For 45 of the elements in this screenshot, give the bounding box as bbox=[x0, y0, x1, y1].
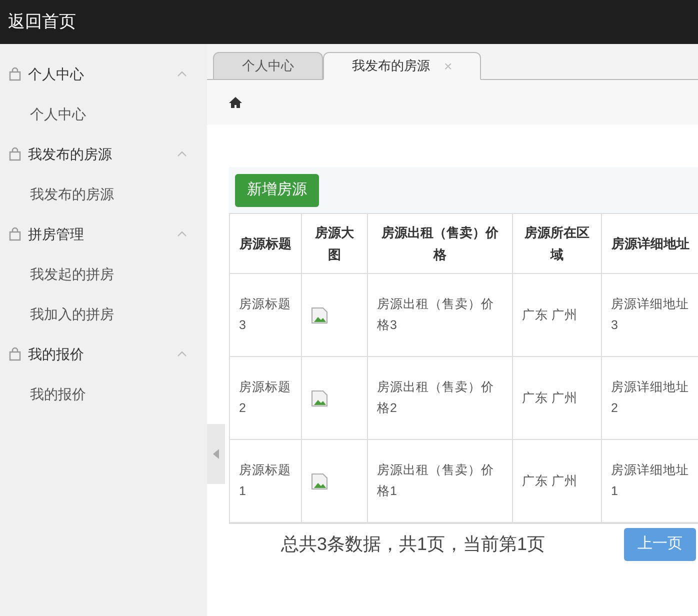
column-header: 房源所在区域 bbox=[513, 214, 602, 273]
menu-item[interactable]: 个人中心 bbox=[0, 94, 207, 134]
menu-group[interactable]: 我的报价 bbox=[0, 334, 207, 374]
menu-group[interactable]: 拼房管理 bbox=[0, 214, 207, 254]
table-cell: 广东 广州 bbox=[513, 274, 602, 356]
bag-icon bbox=[8, 347, 22, 361]
bag-icon bbox=[8, 147, 22, 161]
tab[interactable]: 个人中心 bbox=[213, 52, 323, 80]
caret-icon bbox=[177, 151, 187, 157]
table-cell: 房源出租（售卖）价格3 bbox=[368, 274, 513, 356]
column-header: 房源大图 bbox=[302, 214, 368, 273]
menu-group[interactable]: 我发布的房源 bbox=[0, 134, 207, 174]
table-cell: 房源标题3 bbox=[230, 274, 302, 356]
home-link[interactable]: 返回首页 bbox=[8, 9, 76, 35]
add-house-button[interactable]: 新增房源 bbox=[235, 174, 319, 207]
table-cell: 房源详细地址2 bbox=[602, 357, 698, 439]
tab[interactable]: 我发布的房源 × bbox=[323, 52, 482, 80]
menu-item[interactable]: 我加入的拼房 bbox=[0, 294, 207, 334]
home-icon[interactable] bbox=[229, 97, 242, 108]
broken-image-icon bbox=[311, 390, 328, 406]
caret-icon bbox=[177, 231, 187, 237]
broken-image-icon bbox=[311, 306, 328, 324]
caret-icon bbox=[177, 71, 187, 77]
pagination-summary: 总共3条数据，共1页，当前第1页 bbox=[281, 532, 546, 556]
menu-item[interactable]: 我发布的房源 bbox=[0, 174, 207, 214]
table-cell: 广东 广州 bbox=[513, 357, 602, 439]
bag-icon bbox=[8, 227, 22, 241]
broken-image-icon bbox=[311, 472, 328, 490]
column-header: 房源详细地址 bbox=[602, 214, 698, 273]
collapse-handle[interactable] bbox=[207, 424, 225, 484]
table-cell: 房源详细地址3 bbox=[602, 274, 698, 356]
caret-icon bbox=[177, 351, 187, 357]
triangle-left-icon bbox=[213, 449, 219, 459]
menu-item[interactable]: 我发起的拼房 bbox=[0, 254, 207, 294]
menu-item[interactable]: 我的报价 bbox=[0, 374, 207, 414]
table-cell: 房源详细地址1 bbox=[602, 440, 698, 522]
table-cell: 房源标题2 bbox=[230, 357, 302, 439]
table-cell: 房源出租（售卖）价格2 bbox=[368, 357, 513, 439]
column-header: 房源出租（售卖）价格 bbox=[368, 214, 513, 273]
table-cell: 房源标题1 bbox=[230, 440, 302, 522]
table-cell: 房源出租（售卖）价格1 bbox=[368, 440, 513, 522]
bag-icon bbox=[8, 67, 22, 81]
column-header: 房源标题 bbox=[230, 214, 302, 273]
menu-group[interactable]: 个人中心 bbox=[0, 54, 207, 94]
table-cell: 广东 广州 bbox=[513, 440, 602, 522]
